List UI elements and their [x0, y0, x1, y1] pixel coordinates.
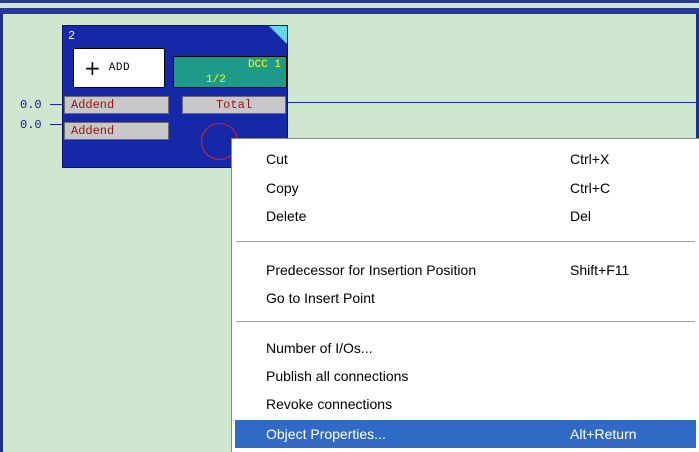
- menu-item-shortcut: Ctrl+X: [570, 151, 610, 167]
- menu-item-delete[interactable]: Delete Del: [235, 202, 696, 230]
- cfc-chart-canvas[interactable]: 0.0 0.0 2 + ADD DCC 1 1/2 Addend Addend …: [0, 0, 699, 452]
- menu-item-publish-all-connections[interactable]: Publish all connections: [235, 362, 696, 390]
- menu-item-label: Object Properties...: [266, 426, 386, 442]
- window-frame-left: [0, 14, 3, 452]
- menu-item-label: Cut: [266, 151, 288, 167]
- menu-item-go-to-insert-point[interactable]: Go to Insert Point: [235, 284, 696, 312]
- input-value-1: 0.0: [20, 98, 42, 112]
- block-corner-marker: [269, 26, 287, 44]
- menu-separator: [236, 321, 695, 323]
- menu-item-predecessor-for-insertion[interactable]: Predecessor for Insertion Position Shift…: [235, 256, 696, 284]
- menu-item-shortcut: Shift+F11: [570, 262, 630, 278]
- output-port-total[interactable]: Total: [182, 96, 286, 114]
- input-port-addend-1[interactable]: Addend: [64, 96, 169, 114]
- menu-item-label: Revoke connections: [266, 396, 393, 412]
- menu-item-label: Number of I/Os...: [266, 340, 373, 356]
- menu-item-number-of-ios[interactable]: Number of I/Os...: [235, 334, 696, 362]
- menu-item-shortcut: Del: [570, 208, 592, 224]
- menu-item-label: Delete: [266, 208, 307, 224]
- window-frame-top: [0, 0, 699, 3]
- menu-item-copy[interactable]: Copy Ctrl+C: [235, 174, 696, 202]
- menu-item-shortcut: Alt+Return: [570, 426, 637, 442]
- runtime-ratio-label: 1/2: [206, 74, 226, 86]
- block-type-label: ADD: [108, 62, 131, 74]
- runtime-cycle-label: DCC 1: [247, 59, 281, 71]
- input-port-addend-2[interactable]: Addend: [64, 122, 169, 140]
- menu-item-label: Copy: [266, 180, 299, 196]
- menu-item-label: Publish all connections: [266, 368, 409, 384]
- menu-item-object-properties[interactable]: Object Properties... Alt+Return: [235, 420, 696, 448]
- context-menu[interactable]: Cut Ctrl+X Copy Ctrl+C Delete Del Predec…: [231, 138, 699, 452]
- plus-icon: +: [84, 56, 101, 80]
- menu-item-label: Predecessor for Insertion Position: [266, 262, 477, 278]
- menu-separator: [236, 241, 695, 243]
- runtime-group-box[interactable]: DCC 1 1/2: [173, 56, 287, 88]
- menu-item-shortcut: Ctrl+C: [570, 180, 611, 196]
- window-frame-top-bar: [0, 8, 699, 14]
- menu-item-revoke-connections[interactable]: Revoke connections: [235, 390, 696, 418]
- output-wire: [288, 102, 696, 103]
- block-type-box[interactable]: + ADD: [73, 48, 165, 88]
- input-value-2: 0.0: [20, 118, 42, 132]
- block-number: 2: [68, 29, 76, 43]
- menu-item-cut[interactable]: Cut Ctrl+X: [235, 145, 696, 173]
- menu-item-label: Go to Insert Point: [266, 290, 375, 306]
